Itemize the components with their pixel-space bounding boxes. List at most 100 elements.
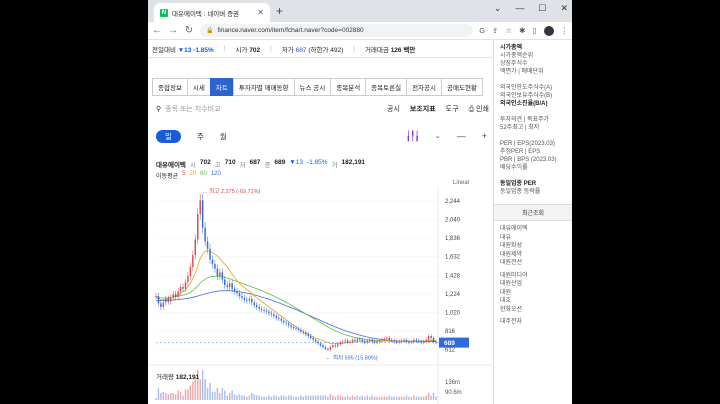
recent-list-item[interactable]: 대원제약 bbox=[500, 251, 566, 260]
sidebar-item: PBR | BPS (2023.03) bbox=[500, 157, 557, 163]
volume-bar bbox=[270, 396, 273, 400]
candle-body bbox=[332, 345, 334, 348]
candle-body bbox=[221, 272, 224, 280]
minimize-icon[interactable]: — bbox=[515, 3, 524, 14]
volume-bar bbox=[221, 388, 224, 400]
stock-name: 대유에이텍 bbox=[156, 162, 186, 169]
candle-body bbox=[170, 297, 172, 302]
recent-list-item[interactable]: 대원화성 bbox=[500, 242, 566, 251]
tab-search-icon[interactable]: ⌄ bbox=[494, 3, 502, 14]
chart-controls: ╽╿╽ ⌄ — + bbox=[406, 131, 487, 142]
y-tick-label: 2,244 bbox=[445, 199, 461, 205]
back-icon[interactable]: ← bbox=[152, 25, 162, 36]
candle-body bbox=[238, 293, 241, 297]
volume-bar bbox=[386, 396, 388, 400]
search-icon[interactable]: ⚲ bbox=[156, 105, 161, 113]
side-panel-icon[interactable]: ▯ bbox=[532, 26, 536, 36]
period-button[interactable]: 일 bbox=[156, 129, 181, 143]
volume-bar bbox=[273, 395, 275, 400]
period-button[interactable]: 월 bbox=[220, 131, 227, 142]
candle-body bbox=[184, 282, 187, 289]
ma20-label[interactable]: 20 bbox=[189, 171, 196, 180]
recent-list-item[interactable]: 한화오션 bbox=[500, 306, 566, 315]
volume-bar bbox=[167, 394, 170, 400]
volume-bar bbox=[349, 396, 351, 400]
candle-body bbox=[287, 323, 290, 326]
compare-search-input[interactable]: 종목 또는 지수비교 bbox=[165, 104, 220, 114]
tab-0[interactable]: 종합정보 bbox=[152, 78, 187, 96]
candle-body bbox=[351, 339, 354, 342]
candlestick-icon[interactable]: ╽╿╽ bbox=[406, 131, 420, 142]
candle-body bbox=[300, 329, 302, 332]
candle-body bbox=[292, 327, 295, 328]
lock-icon[interactable]: 🔒 bbox=[206, 27, 213, 34]
tab-4[interactable]: 뉴스 공시 bbox=[293, 78, 331, 96]
volume-bar bbox=[400, 396, 403, 400]
recent-list-item[interactable]: 대호 bbox=[500, 297, 566, 306]
close-window-icon[interactable]: ✕ bbox=[560, 3, 568, 14]
candle-body bbox=[430, 336, 432, 338]
recent-list-item[interactable]: 대원미디어 bbox=[500, 272, 566, 281]
scale-selector[interactable]: Linear bbox=[453, 180, 470, 186]
period-button[interactable]: 주 bbox=[197, 131, 204, 142]
candle-body bbox=[425, 339, 427, 342]
tab-1[interactable]: 시세 bbox=[186, 78, 210, 96]
ma60-label[interactable]: 60 bbox=[200, 171, 207, 180]
sidebar-item: 외국인소진율(B/A) bbox=[500, 101, 548, 107]
candle-body bbox=[403, 339, 405, 341]
tab-6[interactable]: 종목토론실 bbox=[365, 78, 407, 96]
url-field[interactable]: 🔒 finance.naver.com/item/fchart.naver?co… bbox=[200, 24, 474, 37]
recent-list-item[interactable]: 대원 bbox=[500, 289, 566, 298]
volume-bar bbox=[310, 395, 312, 400]
chevron-down-icon[interactable]: ⌄ bbox=[435, 132, 441, 140]
recent-list-item[interactable]: 대주전자 bbox=[494, 318, 572, 327]
zoom-in-icon[interactable]: + bbox=[482, 131, 487, 141]
volume-bar bbox=[182, 395, 184, 400]
volume-bar bbox=[420, 396, 422, 400]
zoom-out-icon[interactable]: — bbox=[457, 131, 466, 141]
open-price: 시가 702 bbox=[235, 46, 261, 54]
volume-bar bbox=[295, 396, 297, 400]
volume-bar bbox=[305, 395, 307, 400]
recent-list-item[interactable]: 대원전선 bbox=[500, 259, 566, 268]
chart-tool-link[interactable]: 보조지표 bbox=[410, 104, 436, 114]
forward-icon[interactable]: → bbox=[168, 25, 178, 36]
tab-strip: N 대유에이텍 : 네이버 증권 ✕ + ⌄ — ☐ ✕ bbox=[148, 0, 572, 22]
reload-icon[interactable]: ↻ bbox=[184, 25, 194, 36]
recent-list-item[interactable]: 대원산업 bbox=[500, 280, 566, 289]
share-icon[interactable]: ⇪ bbox=[492, 26, 498, 36]
sidebar-item: 추정PER | EPS bbox=[500, 149, 541, 155]
profile-avatar[interactable] bbox=[543, 25, 554, 36]
extensions-icon[interactable]: ✱ bbox=[519, 26, 525, 36]
trade-amount: 거래대금 126 백만 bbox=[364, 46, 416, 54]
maximize-icon[interactable]: ☐ bbox=[538, 3, 546, 14]
volume-bar bbox=[290, 395, 292, 400]
volume-bar bbox=[160, 393, 162, 400]
ma120-label[interactable]: 120 bbox=[211, 171, 221, 180]
menu-icon[interactable]: ⋮ bbox=[561, 26, 569, 36]
google-icon[interactable]: G bbox=[479, 26, 485, 36]
tab-8[interactable]: 공매도현황 bbox=[441, 78, 483, 96]
chart-tool-link[interactable]: 공시 bbox=[387, 104, 400, 114]
chart-tool-link[interactable]: 도구 bbox=[446, 104, 459, 114]
price-chart[interactable]: 136m 90.6m 2,244 2,040 1,836 1,632 1,428 1,22… bbox=[148, 188, 493, 404]
candle-body bbox=[312, 337, 314, 340]
y-tick-label: 1,428 bbox=[445, 273, 461, 279]
tab-7[interactable]: 전자공시 bbox=[406, 78, 441, 96]
browser-tab[interactable]: N 대유에이텍 : 네이버 증권 ✕ bbox=[154, 3, 270, 22]
volume-bar bbox=[285, 396, 287, 400]
volume-bar bbox=[427, 393, 430, 400]
ma5-label[interactable]: 5 bbox=[182, 171, 185, 180]
volume-bar bbox=[170, 393, 172, 400]
recent-list-item[interactable]: 대유에이텍 bbox=[500, 225, 566, 234]
new-tab-icon[interactable]: + bbox=[276, 4, 283, 18]
tab-5[interactable]: 종목분석 bbox=[330, 78, 366, 96]
tab-2[interactable]: 차트 bbox=[209, 78, 233, 96]
chart-tool-link[interactable]: ⎙ 인쇄 bbox=[469, 104, 489, 114]
candle-body bbox=[204, 227, 206, 242]
volume-bar bbox=[378, 396, 381, 400]
recent-list-item[interactable]: 대유 bbox=[500, 234, 566, 243]
close-tab-icon[interactable]: ✕ bbox=[257, 8, 264, 17]
bookmark-star-icon[interactable]: ☆ bbox=[505, 26, 512, 36]
tab-3[interactable]: 투자자별 매매동향 bbox=[232, 78, 294, 96]
